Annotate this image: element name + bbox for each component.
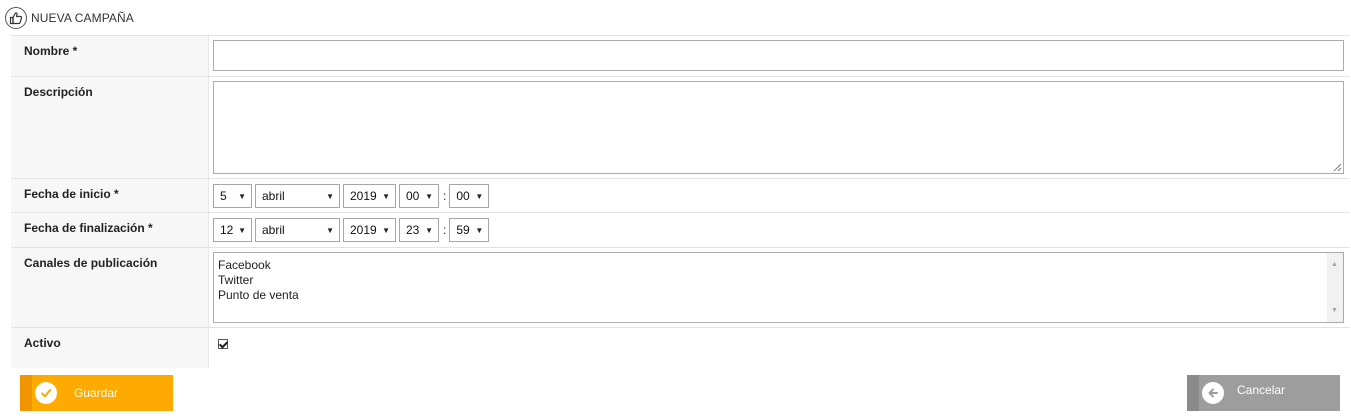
row-descripcion: Descripción [11, 77, 1350, 179]
fin-year-select[interactable]: 2019 ▼ [343, 218, 396, 242]
dropdown-arrow-icon: ▼ [238, 191, 246, 201]
row-canales: Canales de publicación Facebook Twitter … [11, 248, 1350, 328]
inicio-month-value: abril [262, 189, 285, 203]
save-button[interactable]: Guardar [20, 375, 173, 411]
dropdown-arrow-icon: ▼ [382, 191, 390, 201]
canales-label: Canales de publicación [11, 248, 209, 327]
time-separator: : [443, 223, 447, 237]
fin-month-value: abril [262, 223, 285, 237]
canal-option[interactable]: Twitter [218, 273, 1343, 288]
nombre-input[interactable] [213, 40, 1344, 71]
row-activo: Activo [11, 328, 1350, 368]
descripcion-label: Descripción [11, 77, 209, 178]
inicio-hour-select[interactable]: 00 ▼ [399, 184, 439, 208]
arrow-left-icon [1202, 382, 1224, 404]
listbox-scrollbar[interactable]: ▲ ▼ [1327, 253, 1343, 322]
canal-option[interactable]: Punto de venta [218, 288, 1343, 303]
inicio-day-select[interactable]: 5 ▼ [213, 184, 252, 208]
row-nombre: Nombre * [11, 36, 1350, 77]
dropdown-arrow-icon: ▼ [425, 225, 433, 235]
nombre-label: Nombre * [11, 36, 209, 76]
button-edge [1187, 375, 1199, 411]
canal-option[interactable]: Facebook [218, 258, 1343, 273]
scroll-up-icon[interactable]: ▲ [1331, 257, 1338, 272]
fin-minute-select[interactable]: 59 ▼ [449, 218, 490, 242]
dropdown-arrow-icon: ▼ [326, 191, 334, 201]
inicio-minute-select[interactable]: 00 ▼ [449, 184, 490, 208]
dropdown-arrow-icon: ▼ [326, 225, 334, 235]
dropdown-arrow-icon: ▼ [425, 191, 433, 201]
dropdown-arrow-icon: ▼ [382, 225, 390, 235]
inicio-month-select[interactable]: abril ▼ [255, 184, 340, 208]
cancel-button[interactable]: Cancelar [1187, 375, 1340, 411]
fin-hour-value: 23 [406, 223, 420, 237]
fin-day-select[interactable]: 12 ▼ [213, 218, 252, 242]
page-title: NUEVA CAMPAÑA [31, 11, 134, 25]
fin-hour-select[interactable]: 23 ▼ [399, 218, 439, 242]
inicio-year-value: 2019 [350, 189, 377, 203]
page-header: NUEVA CAMPAÑA [5, 6, 134, 30]
fecha-inicio-label: Fecha de inicio * [11, 179, 209, 212]
fecha-fin-label: Fecha de finalización * [11, 213, 209, 247]
activo-label: Activo [11, 328, 209, 368]
row-fecha-inicio: Fecha de inicio * 5 ▼ abril ▼ 2019 ▼ 00 ▼ : … [11, 179, 1350, 213]
dropdown-arrow-icon: ▼ [475, 191, 484, 201]
time-separator: : [443, 189, 447, 203]
fin-minute-value: 59 [456, 223, 470, 237]
fin-day-value: 12 [220, 223, 234, 237]
cancel-button-label: Cancelar [1237, 383, 1286, 397]
activo-checkbox[interactable] [218, 339, 228, 349]
fin-year-value: 2019 [350, 223, 377, 237]
inicio-year-select[interactable]: 2019 ▼ [343, 184, 396, 208]
scroll-down-icon[interactable]: ▼ [1331, 303, 1338, 318]
resize-grip-icon[interactable] [1333, 163, 1342, 172]
inicio-hour-value: 00 [406, 189, 420, 203]
campaign-form: Nombre * Descripción Fecha de inicio * 5… [11, 35, 1350, 368]
canales-listbox[interactable]: Facebook Twitter Punto de venta ▲ ▼ [213, 252, 1344, 323]
checkmark-icon [35, 382, 57, 404]
thumbs-up-icon [5, 7, 27, 29]
descripcion-textarea[interactable] [213, 81, 1344, 174]
fin-month-select[interactable]: abril ▼ [255, 218, 340, 242]
inicio-day-value: 5 [220, 189, 227, 203]
dropdown-arrow-icon: ▼ [238, 225, 246, 235]
row-fecha-fin: Fecha de finalización * 12 ▼ abril ▼ 2019 ▼… [11, 213, 1350, 248]
dropdown-arrow-icon: ▼ [475, 225, 484, 235]
button-edge [20, 375, 32, 411]
save-button-label: Guardar [74, 386, 119, 400]
inicio-minute-value: 00 [456, 189, 470, 203]
